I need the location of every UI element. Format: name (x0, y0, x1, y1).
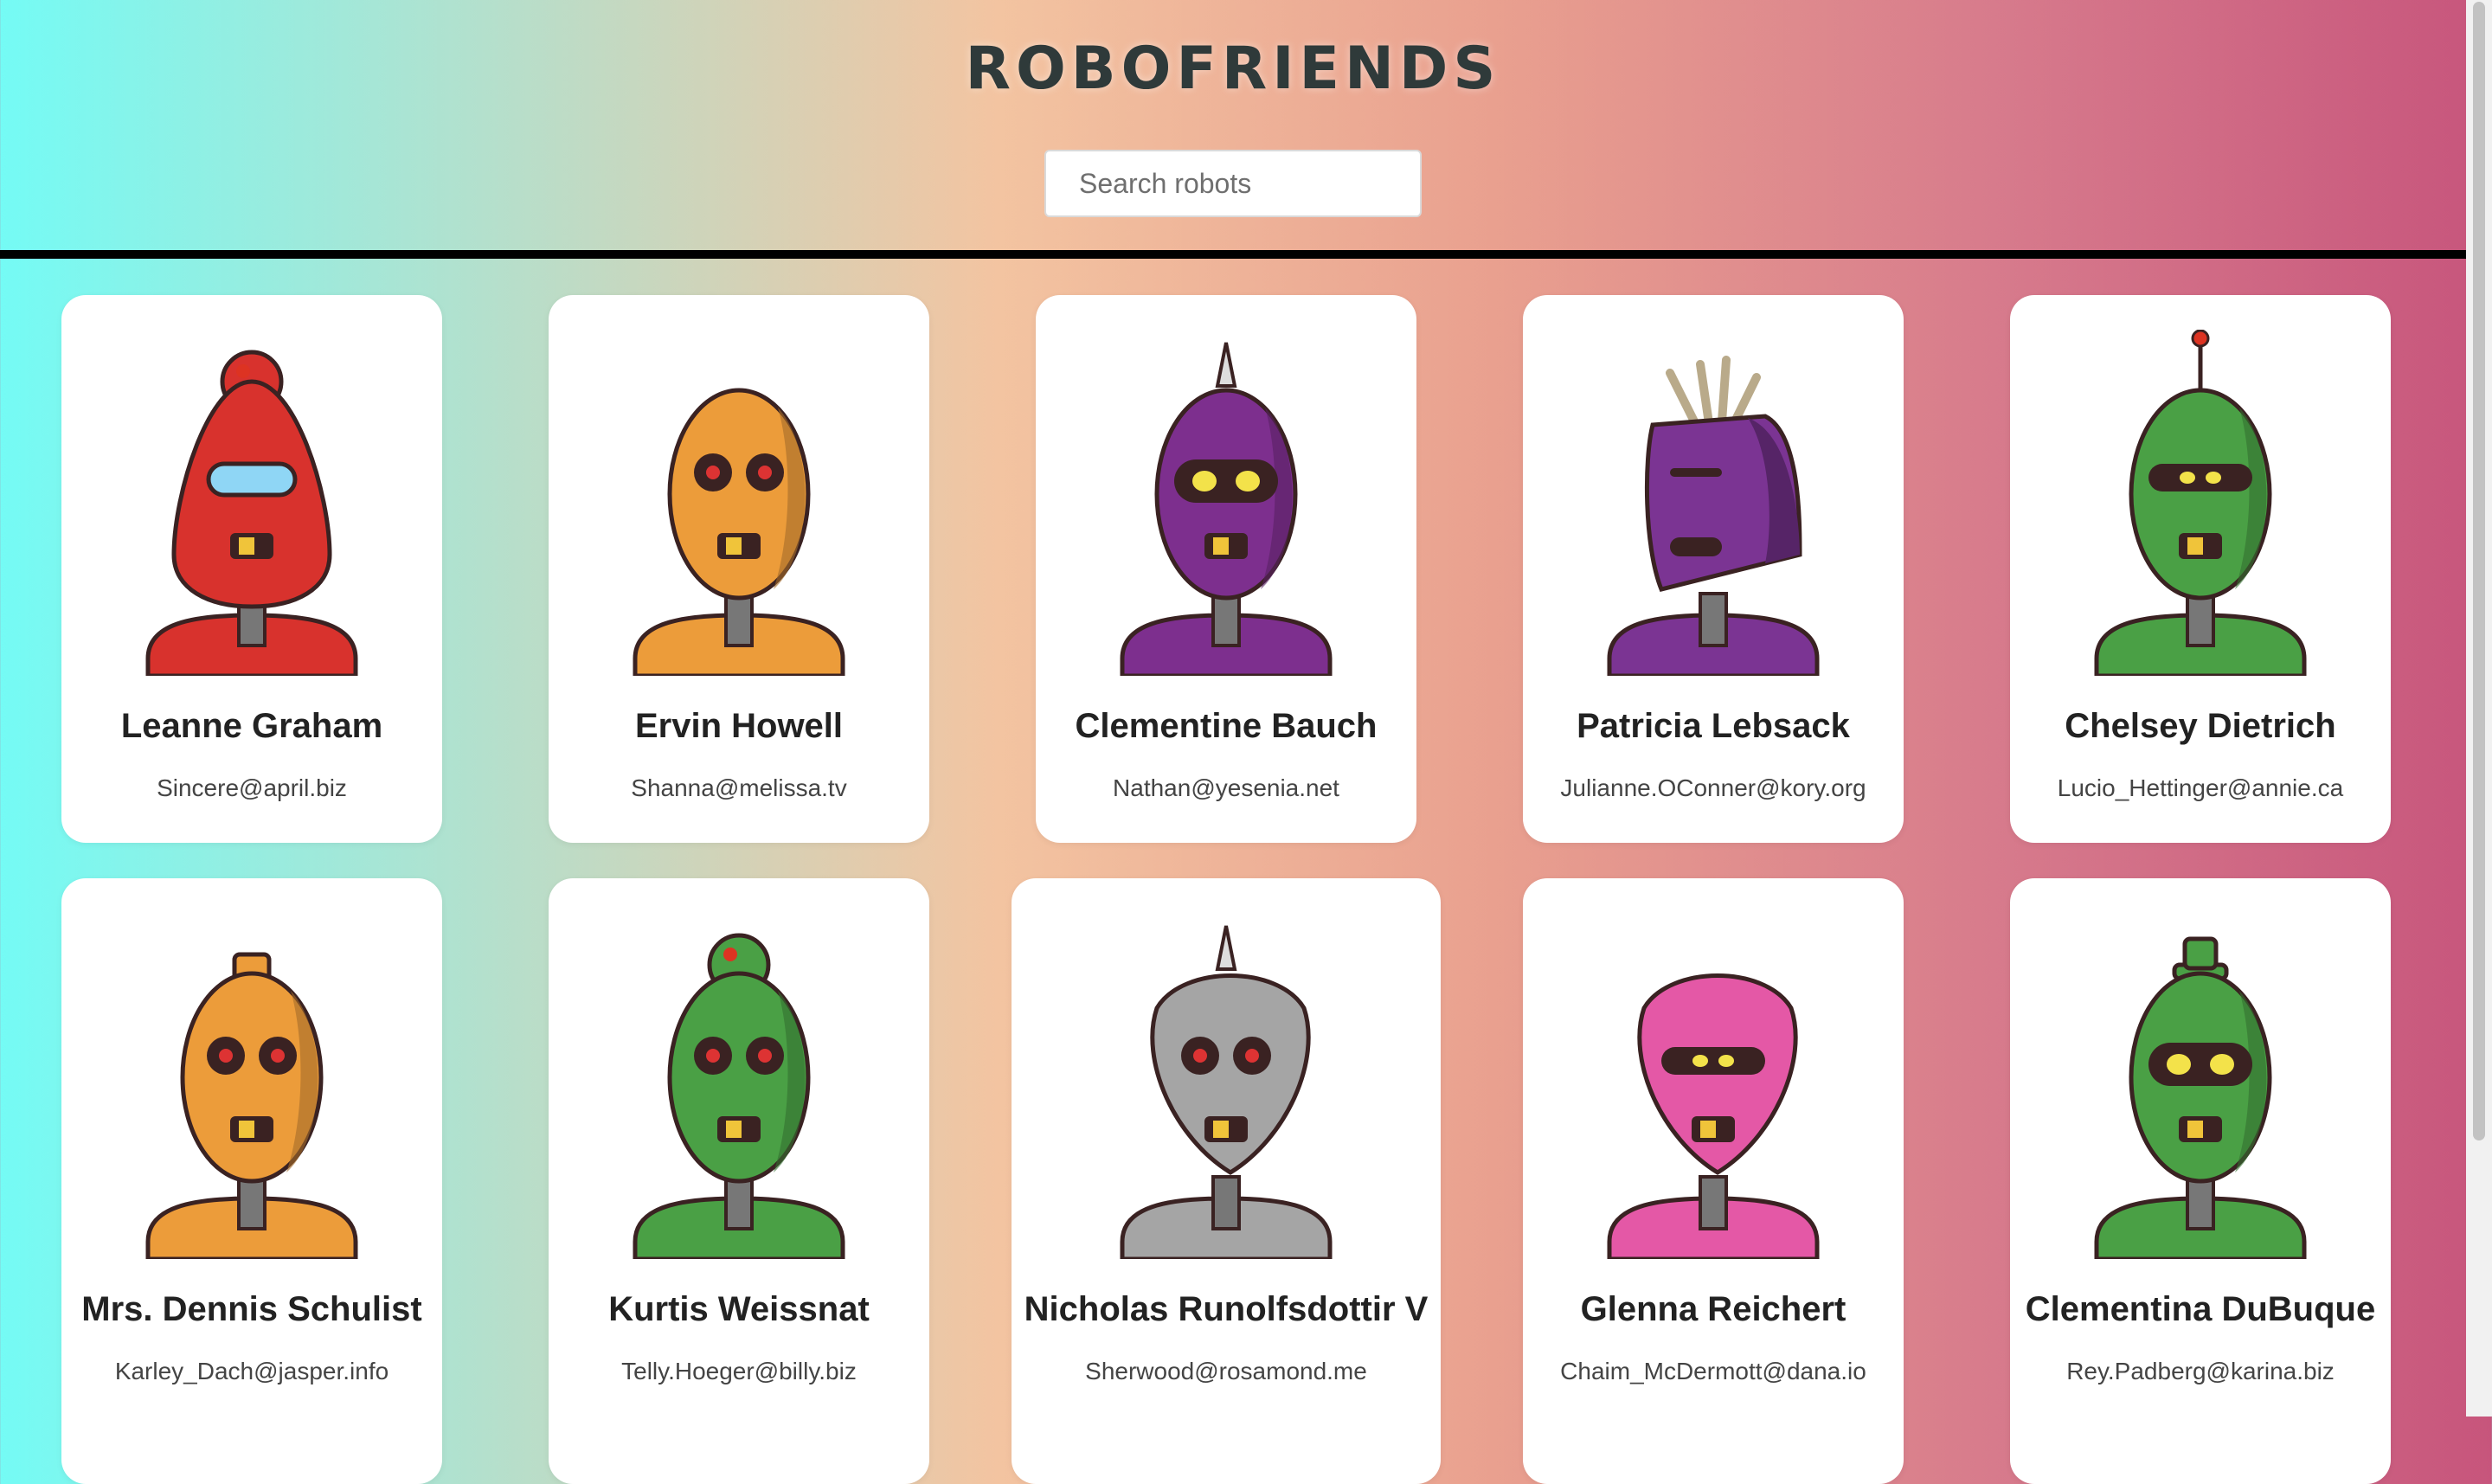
robot-card[interactable]: Leanne Graham Sincere@april.biz (61, 295, 442, 843)
robot-name: Clementine Bauch (1075, 707, 1378, 745)
page-title: ROBOFRIENDS (965, 35, 1501, 103)
robot-email: Rey.Padberg@karina.biz (2066, 1358, 2335, 1384)
robot-card[interactable]: Nicholas Runolfsdottir V Sherwood@rosamon… (1012, 878, 1441, 1484)
header-divider (0, 250, 2466, 259)
robot-card[interactable]: Chelsey Dietrich Lucio_Hettinger@annie.ca (2010, 295, 2391, 843)
robot-card[interactable]: Kurtis Weissnat Telly.Hoeger@billy.biz (549, 878, 929, 1484)
robot-card[interactable]: Glenna Reichert Chaim_McDermott@dana.io (1523, 878, 1904, 1484)
robot-name: Patricia Lebsack (1577, 707, 1850, 745)
robot-orange-small-icon (79, 913, 425, 1263)
robot-name: Glenna Reichert (1580, 1290, 1847, 1328)
robot-purple-box-icon (1540, 330, 1886, 680)
robot-name: Clementina DuBuque (2025, 1290, 2376, 1328)
robot-name: Kurtis Weissnat (608, 1290, 870, 1328)
robot-email: Nathan@yesenia.net (1113, 774, 1339, 801)
robot-email: Sherwood@rosamond.me (1085, 1358, 1367, 1384)
robot-email: Telly.Hoeger@billy.biz (621, 1358, 857, 1384)
search-input[interactable] (1044, 150, 1422, 217)
robot-name: Ervin Howell (634, 707, 844, 745)
robot-card[interactable]: Mrs. Dennis Schulist Karley_Dach@jasper.i… (61, 878, 442, 1484)
robot-green-knob-icon (566, 913, 912, 1263)
robot-card[interactable]: Patricia Lebsack Julianne.OConner@kory.or… (1523, 295, 1904, 843)
robot-email: Lucio_Hettinger@annie.ca (2057, 774, 2344, 801)
robot-card[interactable]: Clementine Bauch Nathan@yesenia.net (1036, 295, 1416, 843)
robot-email: Julianne.OConner@kory.org (1560, 774, 1866, 801)
robot-purple-icon (1053, 330, 1399, 680)
robot-card[interactable]: Ervin Howell Shanna@melissa.tv (549, 295, 929, 843)
robot-name: Nicholas Runolfsdottir V (1024, 1290, 1429, 1328)
robot-name: Leanne Graham (120, 707, 383, 745)
scrollbar-thumb[interactable] (2473, 2, 2485, 1140)
robot-email: Shanna@melissa.tv (631, 774, 847, 801)
robot-name: Chelsey Dietrich (2065, 707, 2336, 745)
robot-name: Mrs. Dennis Schulist (81, 1290, 422, 1328)
robot-red-icon (79, 330, 425, 680)
robot-orange-icon (566, 330, 912, 680)
robot-email: Chaim_McDermott@dana.io (1560, 1358, 1866, 1384)
robot-email: Sincere@april.biz (157, 774, 347, 801)
robot-green-icon (2027, 329, 2373, 680)
robot-pink-icon (1540, 913, 1886, 1263)
robot-gray-icon (1053, 913, 1399, 1263)
robot-card[interactable]: Clementina DuBuque Rey.Padberg@karina.biz (2010, 878, 2391, 1484)
app: ROBOFRIENDS Leanne Graham Sincere@april.b… (0, 0, 2466, 1484)
robot-email: Karley_Dach@jasper.info (114, 1358, 389, 1384)
robot-green-hat-icon (2027, 913, 2373, 1263)
